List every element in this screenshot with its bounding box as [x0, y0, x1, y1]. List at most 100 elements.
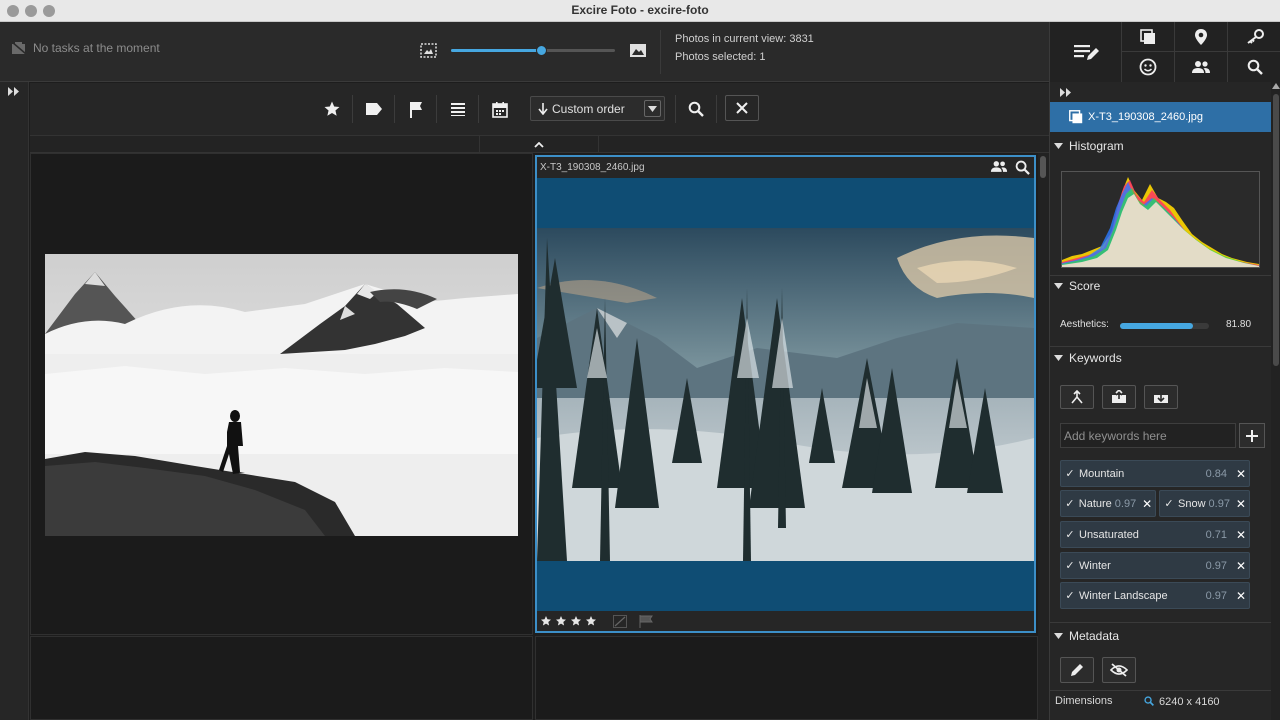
sort-dropdown-toggle[interactable]	[644, 100, 661, 117]
star-icon[interactable]	[585, 615, 597, 627]
photos-in-view: Photos in current view: 3831	[675, 33, 814, 45]
no-tasks-icon	[11, 41, 27, 55]
people-icon[interactable]	[990, 160, 1008, 173]
tag-icon	[366, 103, 382, 115]
add-keyword-button[interactable]	[1239, 423, 1265, 448]
similar-search-icon[interactable]	[1015, 160, 1030, 175]
small-thumbnail-icon[interactable]	[420, 43, 437, 58]
key-icon	[1246, 28, 1264, 44]
collapse-toolbar-button[interactable]	[479, 136, 599, 153]
rating-filter-button[interactable]	[320, 97, 344, 121]
large-thumbnail-icon[interactable]	[629, 43, 647, 58]
filter-toolbar: Custom order	[30, 83, 1049, 135]
key-button[interactable]	[1228, 22, 1280, 52]
grid-scrollbar[interactable]	[1038, 153, 1049, 720]
download-keywords-button[interactable]	[1144, 385, 1178, 409]
star-rating[interactable]	[540, 615, 597, 627]
search-button[interactable]	[684, 97, 708, 121]
thumbnail-size-slider[interactable]	[451, 45, 615, 56]
search-icon[interactable]	[1144, 696, 1154, 706]
chevron-up-icon	[534, 141, 544, 148]
keyword-chip[interactable]: ✓ Unsaturated 0.71 ✕	[1060, 521, 1250, 548]
score-section-header[interactable]: Score	[1050, 275, 1271, 297]
list-filter-button[interactable]	[446, 97, 470, 121]
edit-info-button[interactable]	[1050, 22, 1122, 82]
people-button[interactable]	[1175, 52, 1228, 82]
calendar-icon	[492, 101, 508, 118]
keyword-chip[interactable]: ✓ Winter Landscape 0.97 ✕	[1060, 582, 1250, 609]
photo-cell[interactable]	[535, 636, 1038, 720]
check-icon[interactable]: ✓	[1061, 497, 1079, 510]
star-icon[interactable]	[540, 615, 552, 627]
histogram-title: Histogram	[1069, 139, 1124, 153]
duplicates-button[interactable]	[1122, 22, 1175, 52]
right-panel-scrollbar-thumb[interactable]	[1273, 94, 1279, 366]
photos-selected: Photos selected: 1	[675, 51, 766, 63]
sort-order-select[interactable]: Custom order	[530, 96, 665, 121]
hide-metadata-button[interactable]	[1102, 657, 1136, 683]
clear-filters-button[interactable]	[725, 95, 759, 121]
slider-handle[interactable]	[536, 45, 548, 56]
search-icon	[688, 101, 704, 117]
keyword-name: Unsaturated	[1079, 528, 1139, 541]
scroll-up-icon[interactable]	[1272, 83, 1280, 89]
remove-keyword-icon[interactable]: ✕	[1233, 559, 1249, 573]
photo-thumbnail-winter-forest[interactable]	[537, 228, 1034, 561]
aesthetics-value: 81.80	[1226, 319, 1252, 330]
add-keyword-placeholder: Add keywords here	[1064, 428, 1167, 443]
photo-cell[interactable]	[30, 636, 533, 720]
photo-cell[interactable]	[30, 153, 533, 635]
label-filter-button[interactable]	[362, 97, 386, 121]
keywords-section-header[interactable]: Keywords	[1050, 347, 1271, 369]
search-icon	[1247, 59, 1263, 75]
add-keyword-input[interactable]: Add keywords here	[1060, 423, 1236, 448]
keyword-chip[interactable]: ✓ Mountain 0.84 ✕	[1060, 460, 1250, 487]
right-panel-scrollbar[interactable]	[1271, 82, 1280, 720]
flag-icon[interactable]	[639, 614, 653, 628]
edit-metadata-button[interactable]	[1060, 657, 1094, 683]
toolbar-divider	[352, 95, 353, 123]
remove-keyword-icon[interactable]: ✕	[1139, 497, 1155, 511]
merge-keywords-button[interactable]	[1060, 385, 1094, 409]
remove-keyword-icon[interactable]: ✕	[1233, 528, 1249, 542]
keyword-chip[interactable]: ✓ Winter 0.97 ✕	[1060, 552, 1250, 579]
upload-keywords-button[interactable]	[1102, 385, 1136, 409]
chevron-down-icon	[1054, 143, 1063, 149]
metadata-section-header[interactable]: Metadata	[1050, 625, 1271, 647]
selected-file-item[interactable]: X-T3_190308_2460.jpg	[1050, 102, 1271, 132]
aesthetics-score-fill	[1120, 323, 1193, 329]
dimensions-label: Dimensions	[1055, 695, 1113, 707]
remove-keyword-icon[interactable]: ✕	[1233, 467, 1249, 481]
section-divider	[1050, 690, 1271, 691]
check-icon[interactable]: ✓	[1160, 497, 1178, 510]
collapse-right-panel-icon[interactable]	[1060, 88, 1072, 97]
remove-keyword-icon[interactable]: ✕	[1233, 497, 1249, 511]
search-panel-button[interactable]	[1228, 52, 1280, 82]
histogram-section-header[interactable]: Histogram	[1050, 135, 1271, 157]
merge-icon	[1071, 390, 1083, 404]
remove-keyword-icon[interactable]: ✕	[1233, 589, 1249, 603]
task-status: No tasks at the moment	[11, 41, 160, 55]
close-icon	[736, 102, 748, 114]
check-icon[interactable]: ✓	[1061, 559, 1079, 572]
grid-scrollbar-thumb[interactable]	[1040, 156, 1046, 178]
window-titlebar: Excire Foto - excire-foto	[0, 0, 1280, 22]
check-icon[interactable]: ✓	[1061, 467, 1079, 480]
list-icon	[451, 103, 465, 116]
star-icon[interactable]	[555, 615, 567, 627]
pencil-icon	[1071, 664, 1083, 676]
photo-cell-selected[interactable]: X-T3_190308_2460.jpg	[535, 155, 1036, 633]
check-icon[interactable]: ✓	[1061, 528, 1079, 541]
photo-thumbnail-mountain-hiker[interactable]	[45, 254, 518, 536]
date-filter-button[interactable]	[488, 97, 512, 121]
location-button[interactable]	[1175, 22, 1228, 52]
keyword-chip[interactable]: ✓ Nature 0.97 ✕	[1060, 490, 1156, 517]
collapse-toolbar-bar	[30, 135, 1049, 153]
flag-filter-button[interactable]	[404, 97, 428, 121]
expand-left-panel-icon[interactable]	[8, 87, 20, 96]
color-label-icon[interactable]	[613, 614, 627, 628]
star-icon[interactable]	[570, 615, 582, 627]
faces-button[interactable]	[1122, 52, 1175, 82]
keyword-chip[interactable]: ✓ Snow 0.97 ✕	[1159, 490, 1250, 517]
check-icon[interactable]: ✓	[1061, 589, 1079, 602]
